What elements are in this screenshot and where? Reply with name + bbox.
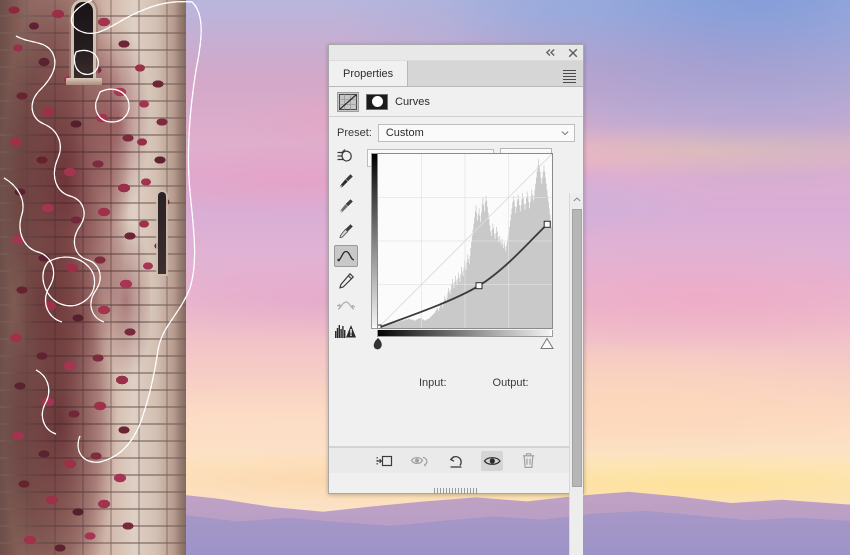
scrollbar-thumb[interactable] (572, 209, 582, 487)
input-gradient-ramp (377, 330, 553, 337)
output-readout: Output: (493, 377, 529, 389)
adjustment-title: Curves (395, 95, 430, 108)
view-previous-state-icon[interactable] (409, 451, 431, 471)
panel-footer (329, 447, 583, 494)
layer-mask-thumbnail[interactable] (366, 93, 388, 110)
draw-curve-pencil-icon[interactable] (334, 270, 358, 292)
tab-properties[interactable]: Properties (329, 61, 409, 86)
castle-tower (0, 0, 186, 555)
preset-row: Preset: Custom (329, 117, 583, 146)
curves-tool-rail (329, 143, 363, 342)
tower-shadow-edge (174, 0, 186, 555)
gray-point-eyedropper-icon[interactable] (334, 195, 358, 217)
input-readout: Input: (419, 377, 447, 389)
close-icon[interactable] (566, 46, 579, 59)
curve-control-points[interactable] (378, 154, 552, 328)
curve-pencil-point-icon[interactable] (334, 245, 358, 267)
white-point-slider[interactable] (539, 337, 559, 351)
clip-to-layer-icon[interactable] (373, 451, 395, 471)
curves-plot-area[interactable] (377, 153, 553, 329)
toggle-layer-visibility-icon[interactable] (481, 450, 503, 471)
chevron-down-icon (561, 131, 569, 136)
scrollbar-track[interactable] (571, 207, 582, 553)
panel-resize-grip[interactable] (434, 488, 478, 494)
properties-panel: Properties Curves Preset: Custom Input: … (328, 44, 584, 555)
preset-value: Custom (385, 127, 424, 139)
tower-arched-window (74, 2, 93, 80)
reset-adjustment-icon[interactable] (445, 451, 467, 471)
tower-window-sill (66, 78, 102, 85)
black-point-slider[interactable] (371, 337, 393, 351)
curves-graph[interactable]: Input: Output: (371, 149, 554, 389)
ivy-leaves-right (130, 60, 176, 290)
hamburger-menu-icon[interactable] (561, 66, 577, 83)
white-point-eyedropper-icon[interactable] (334, 220, 358, 242)
panel-titlebar[interactable] (329, 45, 583, 61)
panel-body: Preset: Custom RGB Auto (329, 117, 583, 555)
collapse-panel-icon[interactable] (544, 46, 557, 59)
panel-scrollbar[interactable] (569, 193, 583, 555)
panel-tabstrip: Properties (329, 61, 583, 87)
adjustment-header: Curves (329, 87, 583, 117)
input-output-readouts: Input: Output: (419, 377, 529, 389)
smooth-curve-icon[interactable] (334, 295, 358, 317)
chevron-up-icon[interactable] (570, 193, 583, 206)
delete-adjustment-layer-icon[interactable] (517, 451, 539, 471)
curves-grid-icon[interactable] (337, 91, 359, 112)
tower-arrow-slit (158, 192, 166, 274)
photoshop-canvas-screenshot: Properties Curves Preset: Custom Input: … (0, 0, 850, 555)
histogram-clipping-warning-icon[interactable] (334, 320, 358, 342)
input-label: Input: (419, 377, 447, 389)
preset-label: Preset: (337, 127, 372, 139)
black-point-eyedropper-icon[interactable] (334, 170, 358, 192)
output-label: Output: (492, 377, 529, 389)
curve-control-point[interactable] (378, 324, 382, 328)
tab-properties-label: Properties (343, 67, 394, 80)
curve-control-point[interactable] (475, 282, 483, 290)
targeted-adjustment-tool-icon[interactable] (334, 145, 358, 167)
curve-control-point[interactable] (543, 220, 551, 228)
preset-select[interactable]: Custom (377, 124, 575, 142)
